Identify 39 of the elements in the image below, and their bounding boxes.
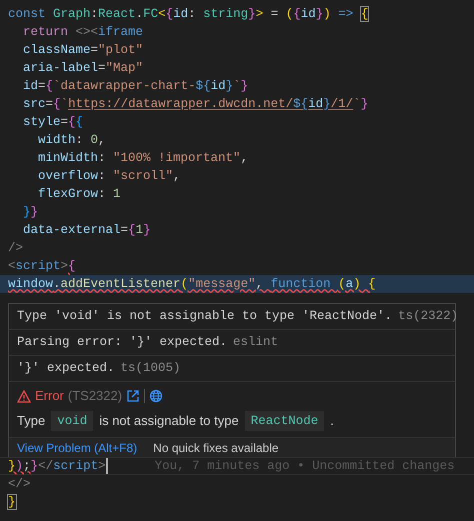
code-line: flexGrow: 1 bbox=[37, 186, 121, 203]
code-line: } bbox=[8, 494, 16, 511]
git-blame-annotation: You, 7 minutes ago • Uncommitted changes bbox=[154, 458, 455, 475]
problem-source: eslint bbox=[233, 334, 278, 352]
code-line: }} bbox=[22, 204, 38, 221]
code-line: data-external={1} bbox=[22, 222, 151, 239]
message-text: . bbox=[330, 412, 334, 430]
problem-source: ts(1005) bbox=[120, 360, 181, 378]
code-line: minWidth: "100% !important", bbox=[37, 150, 248, 167]
problem-message: '}' expected. bbox=[17, 360, 115, 378]
code-line: window.addEventListener("message", function (a) { bbox=[8, 276, 376, 293]
code-line: <script>{ bbox=[8, 258, 76, 275]
text-cursor bbox=[106, 458, 108, 474]
code-line: });}</script> bbox=[8, 458, 106, 475]
code-line: className="plot" bbox=[22, 42, 144, 59]
code-line: return <><iframe bbox=[22, 24, 144, 41]
message-text: Type bbox=[17, 412, 46, 430]
code-line: aria-label="Map" bbox=[22, 60, 144, 77]
code-line: style={{ bbox=[22, 114, 84, 131]
code-line: id={`datawrapper-chart-${id}`} bbox=[22, 78, 248, 95]
severity-label: Error bbox=[35, 387, 64, 406]
message-text: is not assignable to type bbox=[99, 412, 239, 430]
code-line: overflow: "scroll", bbox=[37, 168, 181, 185]
code-line: src={`https://datawrapper.dwcdn.net/${id}/1/`} bbox=[22, 96, 368, 113]
quick-fix-note: No quick fixes available bbox=[153, 440, 279, 456]
code-line: width: 0, bbox=[37, 132, 106, 149]
problem-source: ts(2322) bbox=[398, 308, 458, 326]
warning-icon bbox=[17, 390, 31, 402]
external-link-icon[interactable] bbox=[126, 389, 140, 403]
problem-message: Type 'void' is not assignable to type 'ReactNode'. bbox=[17, 308, 392, 326]
view-problem-link[interactable]: View Problem (Alt+F8) bbox=[17, 438, 138, 456]
error-code: (TS2322) bbox=[68, 387, 122, 406]
globe-icon[interactable] bbox=[149, 389, 164, 403]
inline-code: ReactNode bbox=[244, 410, 324, 432]
problem-message: Parsing error: '}' expected. bbox=[17, 334, 228, 352]
code-line: const Graph:React.FC<{id: string}> = ({id}) => { bbox=[8, 6, 368, 23]
code-line: </> bbox=[8, 476, 31, 493]
inline-code: void bbox=[51, 410, 94, 432]
code-line: /> bbox=[8, 240, 24, 257]
